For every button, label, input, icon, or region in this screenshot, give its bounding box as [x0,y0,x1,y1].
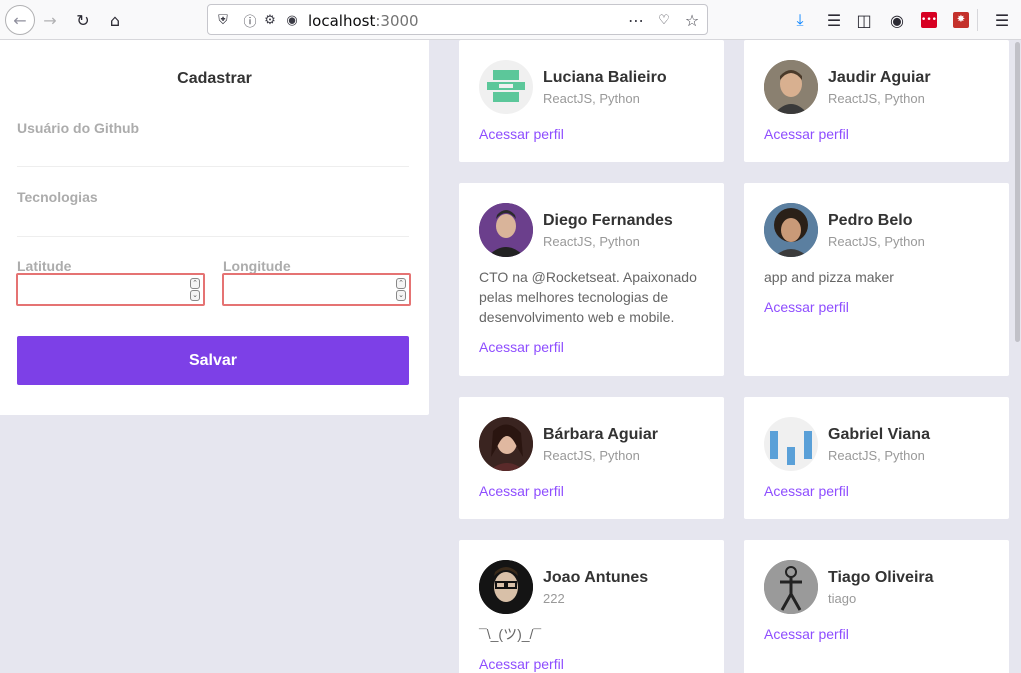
library-icon[interactable]: ☰ [822,8,846,32]
sidebar-icon[interactable]: ◫ [852,8,876,32]
dev-card: Tiago Oliveira tiago Acessar perfil [744,540,1009,673]
dev-techs: ReactJS, Python [828,91,925,106]
dev-profile-link[interactable]: Acessar perfil [764,299,849,315]
account-icon[interactable]: ◉ [885,8,909,32]
dev-techs: ReactJS, Python [828,234,925,249]
dev-profile-link[interactable]: Acessar perfil [764,126,849,142]
dev-profile-link[interactable]: Acessar perfil [764,483,849,499]
menu-icon[interactable]: ☰ [990,8,1014,32]
dev-profile-link[interactable]: Acessar perfil [479,126,564,142]
avatar [479,203,533,257]
dev-name: Joao Antunes [543,569,649,586]
download-icon[interactable]: ⤓ [788,8,812,32]
dev-profile-link[interactable]: Acessar perfil [764,626,849,642]
dev-card: Luciana Balieiro ReactJS, Python Acessar… [459,40,724,162]
techs-underline [17,236,409,237]
page-scrollbar[interactable] [1014,40,1021,673]
dev-techs: ReactJS, Python [543,91,640,106]
github-username-input[interactable] [17,136,409,166]
avatar [764,560,818,614]
dev-techs: tiago [828,591,857,606]
register-form-panel: Cadastrar Usuário do Github Tecnologias … [0,40,429,415]
latitude-input[interactable]: ⌃ ⌄ [16,273,205,306]
techs-input[interactable] [17,205,409,235]
site-icon[interactable]: ◉ [283,11,301,29]
dev-card: Pedro Belo ReactJS, Python app and pizza… [744,183,1009,376]
browser-toolbar: ← → ↻ ⌂ ⛨ ⓘ ⚙ ◉ localhost:3000 ⋯ ♡ ☆ ⤓ ☰… [0,0,1021,40]
techs-label: Tecnologias [17,189,98,205]
avatar [479,560,533,614]
dev-techs: ReactJS, Python [543,448,640,463]
avatar [479,60,533,114]
reload-icon[interactable]: ↻ [71,8,95,32]
github-username-label: Usuário do Github [17,120,140,136]
scrollbar-thumb[interactable] [1015,42,1020,342]
avatar [764,203,818,257]
url-bar[interactable]: ⛨ ⓘ ⚙ ◉ localhost:3000 ⋯ ♡ ☆ [207,4,708,35]
more-icon[interactable]: ⋯ [627,11,645,30]
save-button[interactable]: Salvar [17,336,409,385]
dev-card: Gabriel Viana ReactJS, Python Acessar pe… [744,397,1009,519]
dev-techs: ReactJS, Python [543,234,640,249]
dev-profile-link[interactable]: Acessar perfil [479,656,564,672]
dev-card: Bárbara Aguiar ReactJS, Python Acessar p… [459,397,724,519]
info-icon[interactable]: ⓘ [241,11,259,30]
url-text[interactable]: localhost:3000 [308,12,419,30]
dev-techs: ReactJS, Python [828,448,925,463]
longitude-label: Longitude [223,258,291,274]
extension-red-icon[interactable]: ••• [917,8,941,32]
dev-name: Luciana Balieiro [543,69,667,86]
latitude-increment-icon[interactable]: ⌃ [190,278,200,289]
toolbar-divider [977,9,978,31]
dev-name: Tiago Oliveira [828,569,934,586]
dev-bio: ¯\_(ツ)_/¯ [479,626,542,642]
url-port: :3000 [375,12,419,30]
dev-name: Diego Fernandes [543,212,673,229]
longitude-input[interactable]: ⌃ ⌄ [222,273,411,306]
forward-icon[interactable]: → [38,8,62,32]
dev-name: Pedro Belo [828,212,913,229]
pocket-icon[interactable]: ♡ [655,11,673,29]
dev-card: Joao Antunes 222 ¯\_(ツ)_/¯ Acessar perfi… [459,540,724,673]
dev-techs: 222 [543,591,565,606]
dev-name: Jaudir Aguiar [828,69,931,86]
extension-bug-icon[interactable]: ✸ [949,8,973,32]
avatar [479,417,533,471]
dev-profile-link[interactable]: Acessar perfil [479,483,564,499]
dev-card: Jaudir Aguiar ReactJS, Python Acessar pe… [744,40,1009,162]
dev-name: Gabriel Viana [828,426,930,443]
latitude-decrement-icon[interactable]: ⌄ [190,290,200,301]
longitude-decrement-icon[interactable]: ⌄ [396,290,406,301]
dev-bio: app and pizza maker [764,269,894,285]
home-icon[interactable]: ⌂ [103,8,127,32]
bookmark-star-icon[interactable]: ☆ [683,11,701,30]
github-username-underline [17,166,409,167]
permissions-icon[interactable]: ⚙ [261,11,279,29]
longitude-increment-icon[interactable]: ⌃ [396,278,406,289]
form-title: Cadastrar [177,70,252,87]
dev-name: Bárbara Aguiar [543,426,658,443]
avatar [764,417,818,471]
dev-profile-link[interactable]: Acessar perfil [479,339,564,355]
latitude-label: Latitude [17,258,72,274]
avatar [764,60,818,114]
dev-bio: CTO na @Rocketseat. Apaixonado pelas mel… [479,269,697,325]
back-icon[interactable]: ← [5,5,35,35]
shield-icon[interactable]: ⛨ [214,11,232,29]
url-host: localhost [308,12,376,30]
dev-card: Diego Fernandes ReactJS, Python CTO na @… [459,183,724,376]
